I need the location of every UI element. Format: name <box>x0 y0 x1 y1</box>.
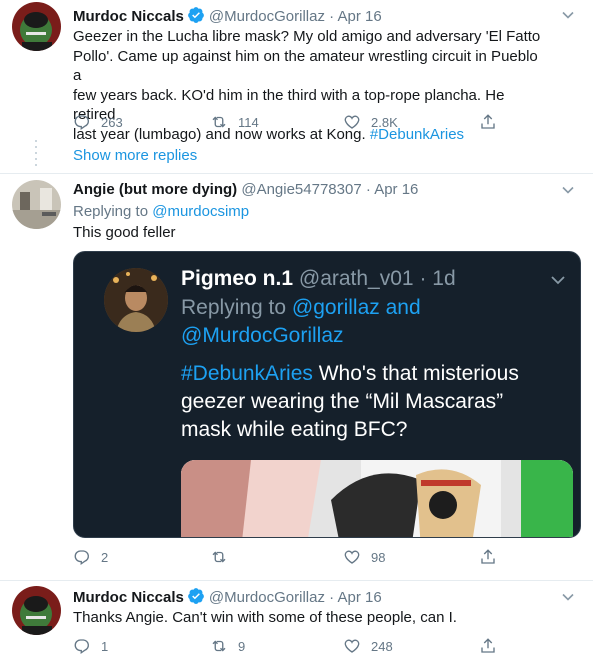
like-count: 2.8K <box>371 114 398 130</box>
quoted-media-image <box>181 460 573 537</box>
timestamp[interactable]: · Apr 16 <box>329 589 382 606</box>
tweet-text-line: Geezer in the Lucha libre mask? My old a… <box>73 28 541 45</box>
chevron-down-icon[interactable] <box>561 590 575 604</box>
share-button[interactable] <box>479 637 507 655</box>
like-button[interactable]: 2.8K <box>343 113 398 131</box>
thread-connector-dots <box>35 140 37 170</box>
share-icon <box>481 114 495 129</box>
quoted-text-line: mask while eating BFC? <box>181 418 408 441</box>
retweet-button[interactable]: 114 <box>210 113 259 131</box>
quoted-header: Pigmeo n.1 @arath_v01 · 1d <box>181 265 456 293</box>
handle[interactable]: @MurdocGorillaz <box>209 8 325 25</box>
quoted-text-line: geezer wearing the “Mil Mascaras” <box>181 390 504 413</box>
timestamp[interactable]: · Apr 16 <box>329 8 382 25</box>
tweet-actions: 263 114 2.8K <box>73 113 495 133</box>
show-more-replies-link[interactable]: Show more replies <box>73 147 197 164</box>
handle[interactable]: @MurdocGorillaz <box>209 589 325 606</box>
handle[interactable]: @Angie54778307 <box>241 181 361 198</box>
divider <box>0 173 593 174</box>
quoted-timestamp: · 1d <box>419 267 456 290</box>
tweet-text: Thanks Angie. Can't win with some of the… <box>73 609 457 626</box>
retweet-icon <box>212 116 226 128</box>
quoted-handle: @arath_v01 <box>298 267 414 290</box>
quoted-reply-line: Replying to @gorillaz and <box>181 294 571 322</box>
quoted-replying-handle: @MurdocGorillaz <box>181 324 344 347</box>
avatar-angie[interactable] <box>12 180 61 229</box>
quoted-replying-label: Replying to <box>181 296 292 319</box>
chevron-down-icon[interactable] <box>561 183 575 197</box>
share-button[interactable] <box>479 113 507 131</box>
quoted-display-name: Pigmeo n.1 <box>181 267 294 290</box>
like-button[interactable]: 248 <box>343 637 393 655</box>
chevron-down-icon[interactable] <box>561 8 575 22</box>
quoted-hashtag: #DebunkAries <box>181 362 313 385</box>
avatar-pigmeo <box>104 268 168 332</box>
avatar-murdoc[interactable] <box>12 2 61 51</box>
reply-button[interactable]: 263 <box>73 113 123 131</box>
like-count: 248 <box>371 638 393 654</box>
embedded-screenshot[interactable]: Pigmeo n.1 @arath_v01 · 1d Replying to @… <box>73 251 581 538</box>
quoted-replying-handle: @gorillaz <box>291 296 380 319</box>
retweet-icon <box>212 640 226 652</box>
reply-button[interactable]: 2 <box>73 548 108 566</box>
quoted-text-line-1: Who's that misterious <box>312 362 519 385</box>
timestamp[interactable]: · Apr 16 <box>366 181 419 198</box>
reply-count: 263 <box>101 114 123 130</box>
reply-icon <box>74 639 89 655</box>
display-name[interactable]: Angie (but more dying) <box>73 181 237 198</box>
reply-count: 1 <box>101 638 109 654</box>
share-icon <box>481 638 495 653</box>
avatar-murdoc[interactable] <box>12 586 61 635</box>
retweet-button[interactable] <box>210 548 238 566</box>
quoted-reply-context: Replying to @gorillaz and @MurdocGorilla… <box>181 294 571 350</box>
tweet-text-line: Pollo'. Came up against him on the amate… <box>73 47 538 85</box>
replying-to-label: Replying to <box>73 203 153 220</box>
like-icon <box>344 550 360 564</box>
like-icon <box>344 115 360 129</box>
reply-icon <box>74 550 89 566</box>
reply-count: 2 <box>101 549 109 565</box>
quoted-text: #DebunkAries Who's that misterious geeze… <box>181 360 571 444</box>
quoted-replying-and: and <box>379 296 421 319</box>
reply-icon <box>74 115 89 131</box>
tweet-actions: 1 9 248 <box>73 637 495 657</box>
display-name[interactable]: Murdoc Niccals <box>73 589 184 606</box>
tweet-text: This good feller <box>73 224 176 241</box>
share-button[interactable] <box>479 548 507 566</box>
like-icon <box>344 639 360 653</box>
retweet-icon <box>212 551 226 563</box>
chevron-down-icon <box>550 272 566 288</box>
retweet-button[interactable]: 9 <box>210 637 245 655</box>
tweet-actions: 2 98 <box>73 548 495 568</box>
reply-context: Replying to @murdocsimp <box>73 202 543 222</box>
reply-button[interactable]: 1 <box>73 637 108 655</box>
quoted-text-line: #DebunkAries Who's that misterious <box>181 360 571 388</box>
divider <box>0 580 593 581</box>
tweet-header: Angie (but more dying) @Angie54778307 · … <box>73 180 418 200</box>
replying-to-handle[interactable]: @murdocsimp <box>152 203 249 220</box>
display-name[interactable]: Murdoc Niccals <box>73 8 184 25</box>
retweet-count: 114 <box>238 114 259 130</box>
like-button[interactable]: 98 <box>343 548 385 566</box>
retweet-count: 9 <box>238 638 246 654</box>
like-count: 98 <box>371 549 386 565</box>
share-icon <box>481 549 495 564</box>
